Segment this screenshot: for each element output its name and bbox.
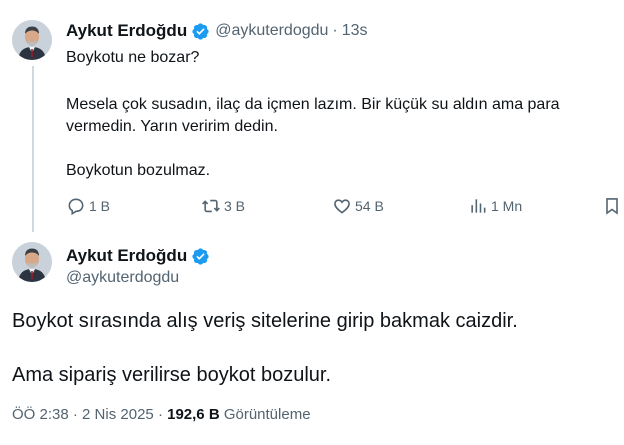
views-icon — [471, 199, 486, 213]
verified-badge-icon[interactable] — [191, 22, 210, 41]
like-button[interactable]: 54 B — [332, 196, 384, 216]
tweet-thread: Aykut Erdoğdu @aykuterdogdu · 13s Boykot… — [0, 0, 624, 445]
bookmark-button[interactable] — [602, 196, 622, 216]
retweet-button[interactable]: 3 B — [201, 196, 245, 216]
tweet-date[interactable]: 2 Nis 2025 — [82, 406, 154, 423]
main-tweet-text-line-1: Boykot sırasında alış veriş sitelerine g… — [12, 310, 518, 332]
thread-connector-line — [32, 66, 34, 232]
avatar-image — [12, 20, 52, 60]
views-count: 1 Mn — [491, 198, 523, 214]
like-count: 54 B — [355, 198, 384, 214]
author-name[interactable]: Aykut Erdoğdu — [66, 21, 187, 41]
reply-tweet-text-line-3: vermedin. Yarın veririm dedin. — [66, 118, 278, 135]
avatar[interactable] — [12, 242, 52, 282]
author-handle[interactable]: @aykuterdogdu — [66, 269, 179, 287]
tweet-timestamp[interactable]: ÖÖ 2:38 — [12, 406, 69, 423]
heart-icon — [334, 199, 350, 214]
views-button[interactable]: 1 Mn — [468, 196, 522, 216]
reply-button[interactable]: 1 B — [66, 196, 110, 216]
verified-badge-icon[interactable] — [191, 247, 210, 266]
views-label: Görüntüleme — [223, 406, 311, 423]
tweet-time[interactable]: 13s — [342, 22, 368, 40]
tweet-meta: ÖÖ 2:38 · 2 Nis 2025 · 192,6 B Görüntüle… — [12, 406, 311, 423]
separator-dot: · — [72, 406, 78, 423]
author-handle[interactable]: @aykuterdogdu — [215, 22, 328, 40]
main-tweet-text-line-2: Ama sipariş verilirse boykot bozulur. — [12, 364, 332, 386]
avatar[interactable] — [12, 20, 52, 60]
reply-tweet-text-line-1: Boykotu ne bozar? — [66, 49, 200, 66]
tweet-actions-bar: 1 B 3 B 54 B 1 Mn — [66, 196, 624, 220]
reply-tweet-text-line-2: Mesela çok susadın, ilaç da içmen lazım.… — [66, 96, 560, 113]
reply-tweet-header: Aykut Erdoğdu @aykuterdogdu · 13s — [66, 20, 368, 42]
reply-count: 1 B — [89, 198, 111, 214]
retweet-count: 3 B — [224, 198, 246, 214]
reply-tweet-text-line-4: Boykotun bozulmaz. — [66, 162, 211, 179]
author-name[interactable]: Aykut Erdoğdu — [66, 246, 187, 266]
avatar-image — [12, 242, 52, 282]
main-tweet-header: Aykut Erdoğdu — [66, 245, 210, 267]
views-count: 192,6 B — [167, 406, 220, 423]
separator-dot: · — [157, 406, 163, 423]
bookmark-icon — [606, 198, 618, 215]
reply-icon — [68, 198, 84, 216]
retweet-icon — [202, 199, 220, 213]
separator-dot: · — [332, 22, 338, 39]
